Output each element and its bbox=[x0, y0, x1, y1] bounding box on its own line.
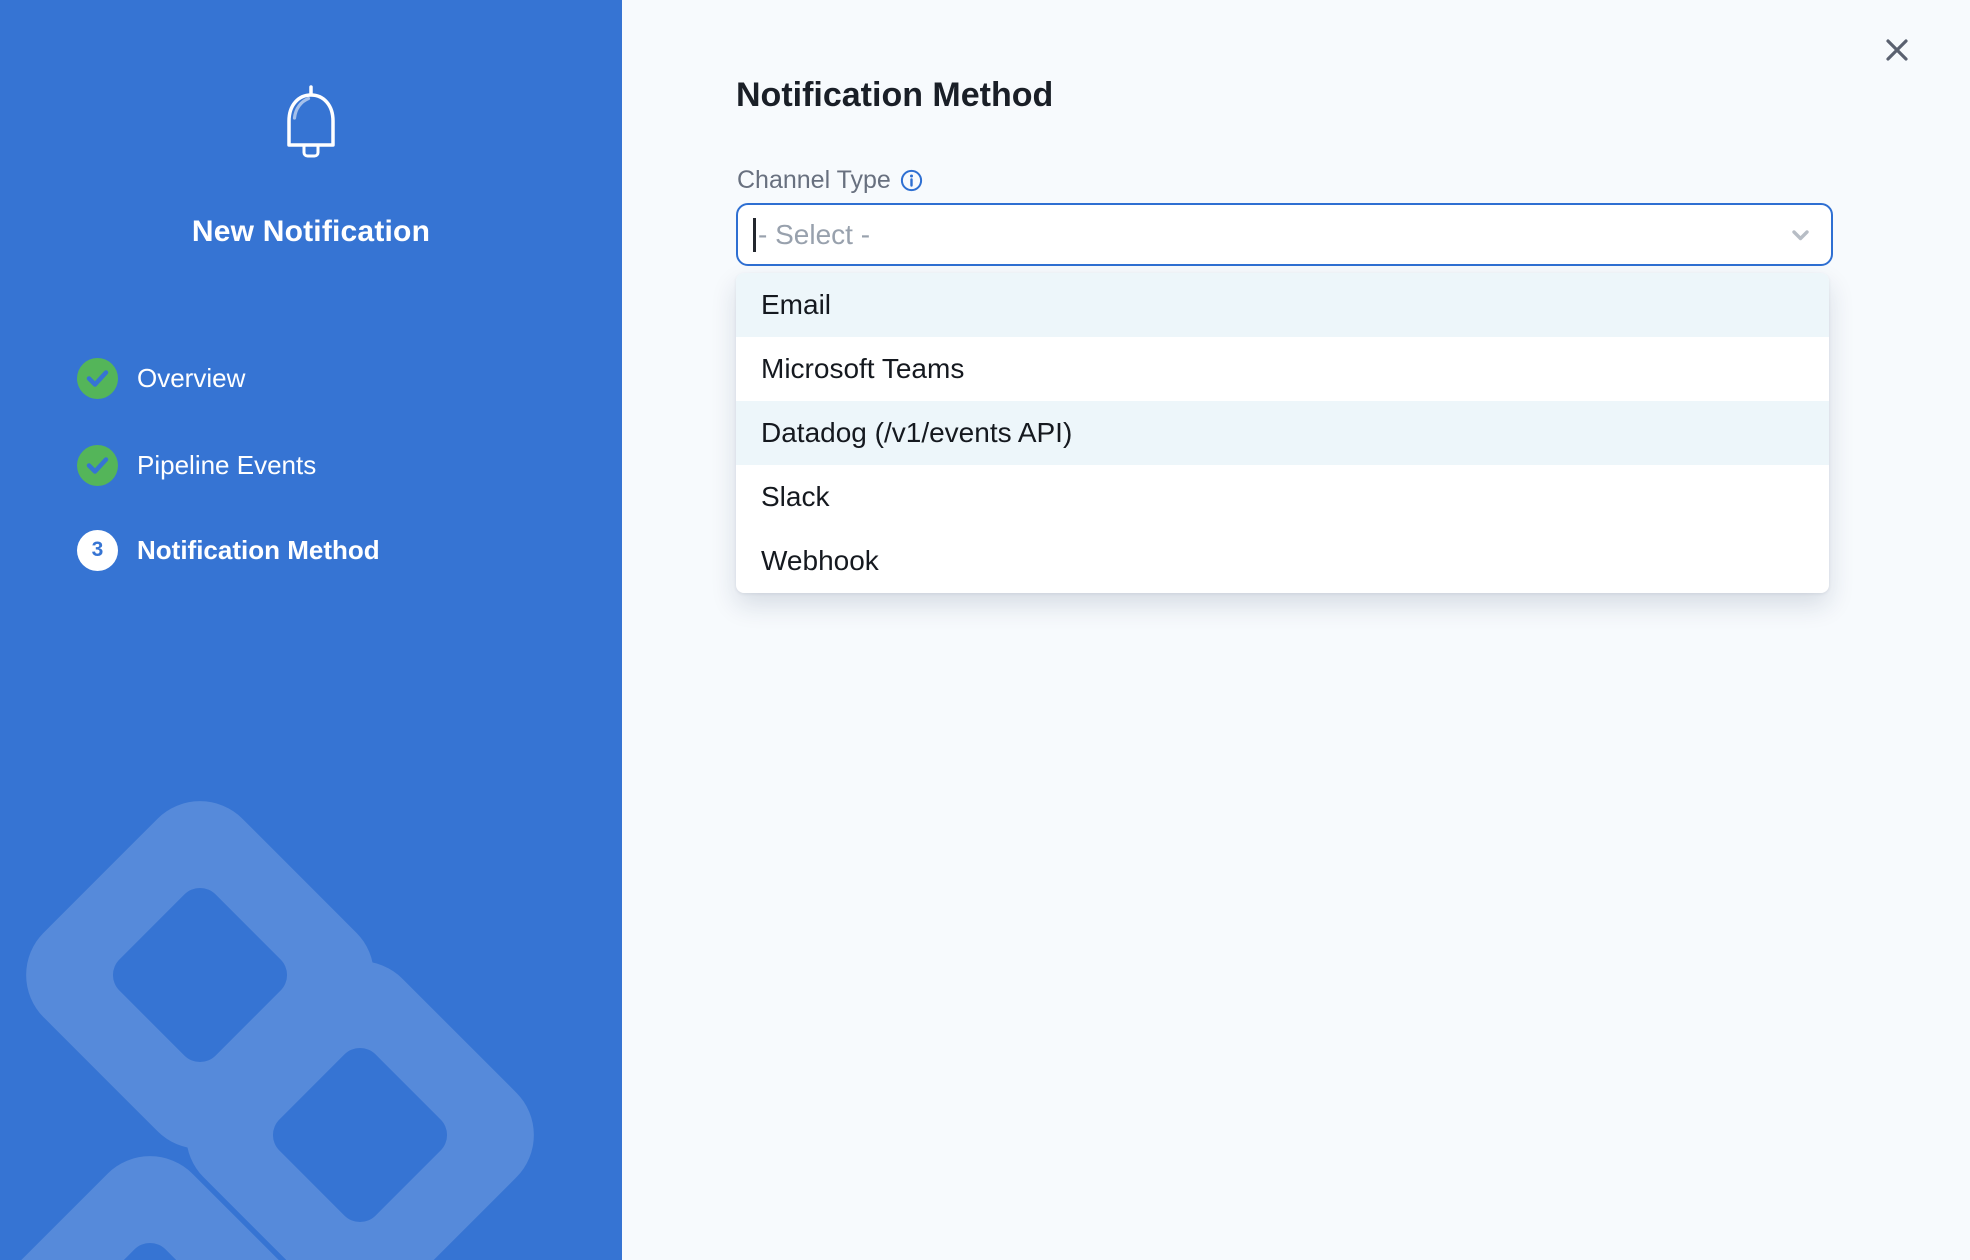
close-icon bbox=[1883, 36, 1911, 64]
info-icon bbox=[900, 169, 923, 192]
new-notification-modal: New Notification Overview Pipeline Event… bbox=[0, 0, 1970, 1260]
text-caret bbox=[753, 218, 756, 252]
step-complete-badge bbox=[77, 358, 118, 399]
brand-watermark-icon bbox=[0, 0, 622, 1260]
check-icon bbox=[86, 456, 109, 475]
chevron-down-icon bbox=[1787, 221, 1814, 248]
step-complete-badge bbox=[77, 445, 118, 486]
info-button[interactable] bbox=[900, 169, 923, 192]
select-placeholder: - Select - bbox=[758, 219, 870, 251]
step-label: Overview bbox=[137, 363, 245, 394]
step-label: Pipeline Events bbox=[137, 450, 316, 481]
option-datadog[interactable]: Datadog (/v1/events API) bbox=[736, 401, 1829, 465]
option-email[interactable]: Email bbox=[736, 273, 1829, 337]
page-title: Notification Method bbox=[736, 76, 1053, 115]
channel-type-label: Channel Type bbox=[737, 166, 891, 195]
option-slack[interactable]: Slack bbox=[736, 465, 1829, 529]
step-pipeline-events[interactable]: Pipeline Events bbox=[77, 444, 316, 486]
step-notification-method[interactable]: 3 Notification Method bbox=[77, 529, 380, 571]
channel-type-dropdown: Email Microsoft Teams Datadog (/v1/event… bbox=[736, 273, 1829, 593]
wizard-title: New Notification bbox=[0, 215, 622, 249]
wizard-sidebar: New Notification Overview Pipeline Event… bbox=[0, 0, 622, 1260]
step-number-badge: 3 bbox=[77, 530, 118, 571]
option-webhook[interactable]: Webhook bbox=[736, 529, 1829, 593]
close-button[interactable] bbox=[1879, 32, 1915, 68]
check-icon bbox=[86, 369, 109, 388]
channel-type-select[interactable]: - Select - bbox=[736, 203, 1833, 266]
step-label: Notification Method bbox=[137, 535, 380, 566]
channel-type-label-row: Channel Type bbox=[737, 166, 923, 195]
step-overview[interactable]: Overview bbox=[77, 357, 245, 399]
bell-icon bbox=[280, 84, 342, 162]
step-number: 3 bbox=[92, 538, 104, 562]
option-microsoft-teams[interactable]: Microsoft Teams bbox=[736, 337, 1829, 401]
